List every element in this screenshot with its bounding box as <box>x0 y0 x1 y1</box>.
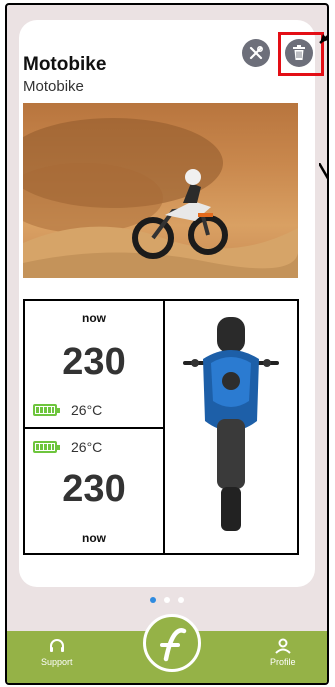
motorcycle-top-view <box>165 301 297 553</box>
page-dot[interactable] <box>178 597 184 603</box>
nav-profile[interactable]: Profile <box>270 637 296 667</box>
sensor-time-label: now <box>82 311 106 325</box>
vehicle-photo <box>23 103 298 278</box>
edit-button[interactable] <box>242 39 270 67</box>
home-logo-button[interactable] <box>143 614 201 672</box>
nav-support-label: Support <box>41 657 73 667</box>
user-icon <box>275 638 291 654</box>
brand-logo-icon <box>160 628 187 662</box>
sensor-grid: now 230 26°C 26°C 230 now <box>23 299 299 555</box>
nav-profile-label: Profile <box>270 657 296 667</box>
vehicle-subtitle: Motobike <box>23 78 84 95</box>
nav-support[interactable]: Support <box>41 637 73 667</box>
sensor-value: 230 <box>62 468 126 510</box>
sensor-time-label: now <box>82 531 106 545</box>
sensor-value: 230 <box>62 341 126 383</box>
phone-frame: Motobike Motobike now 230 26°C 26°C 230 … <box>5 3 329 685</box>
page-indicator[interactable] <box>7 597 327 603</box>
temperature-value: 26°C <box>71 439 103 455</box>
page-dot[interactable] <box>150 597 156 603</box>
headset-icon <box>49 639 64 652</box>
battery-icon <box>33 441 60 453</box>
vehicle-title: Motobike <box>23 54 107 75</box>
sensor-card-bottom[interactable]: 26°C 230 now <box>25 429 163 553</box>
annotation-arrow-top <box>319 34 327 44</box>
sensor-card-top[interactable]: now 230 26°C <box>25 301 163 427</box>
page-dot[interactable] <box>164 597 170 603</box>
annotation-arrow-side <box>319 163 327 180</box>
wrench-screwdriver-icon <box>249 46 263 60</box>
battery-icon <box>33 404 60 416</box>
temperature-value: 26°C <box>71 402 103 418</box>
